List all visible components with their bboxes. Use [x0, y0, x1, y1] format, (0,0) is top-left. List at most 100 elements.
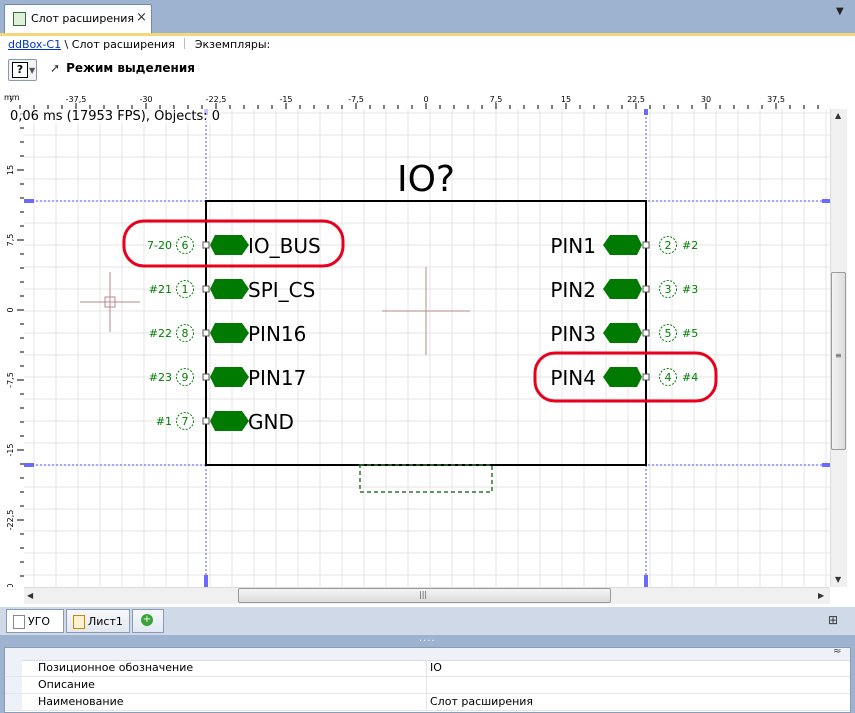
pin-left[interactable]: PIN17 9 #23 — [149, 366, 307, 390]
horizontal-ruler-ticks: -45-37,5-30-22,5-15-7,507,51522,53037,54… — [0, 95, 851, 109]
scroll-up-icon[interactable]: ▲ — [835, 111, 841, 120]
pin-right[interactable]: PIN1 2 #2 — [550, 234, 698, 258]
scroll-left-icon[interactable]: ◀ — [27, 591, 33, 600]
sheet-icon — [13, 615, 25, 629]
property-value[interactable]: Слот расширения — [430, 695, 533, 708]
pin-reference: #5 — [682, 327, 698, 340]
ruler-label: -30 — [139, 95, 152, 104]
pointer-icon: ➚ — [50, 61, 61, 75]
ruler-label: -30 — [6, 583, 15, 587]
sheet-tab-strip: УГО Лист1 + ⊞ — [0, 607, 855, 635]
pin-name: PIN2 — [550, 278, 596, 302]
splitter-grip: .... — [419, 633, 436, 644]
pin-reference: #2 — [682, 239, 698, 252]
pin-left[interactable]: PIN16 8 #22 — [149, 322, 307, 346]
ruler-label: -22,5 — [206, 95, 227, 104]
pin-right[interactable]: PIN2 3 #3 — [550, 278, 698, 302]
property-name: Позиционное обозначение — [38, 661, 194, 674]
document-tab[interactable]: Слот расширения × — [4, 4, 152, 33]
pin-number: 7 — [182, 415, 189, 428]
property-row[interactable]: Описание — [5, 677, 850, 694]
pin-right[interactable]: PIN3 5 #5 — [550, 322, 698, 346]
property-name: Описание — [38, 678, 95, 691]
breadcrumb-current: Слот расширения — [71, 38, 175, 51]
breadcrumb-separator: \ — [61, 38, 72, 51]
help-dropdown-button[interactable]: ? ▼ — [8, 59, 37, 81]
new-sheet-icon[interactable]: ⊞ — [828, 613, 838, 627]
pin-reference: #23 — [149, 371, 172, 384]
document-icon — [13, 12, 26, 26]
pin-left[interactable]: SPI_CS 1 #21 — [149, 278, 316, 302]
breadcrumb-parent-link[interactable]: ddBox-C1 — [8, 38, 61, 51]
ruler-label: -37,5 — [66, 95, 87, 104]
window-menu-icon[interactable]: ▼ — [836, 6, 844, 17]
panel-splitter[interactable]: .... — [0, 633, 855, 647]
ruler-label: 0 — [423, 95, 428, 104]
pin-left[interactable]: GND 7 #1 — [156, 410, 294, 434]
pin-left[interactable]: IO_BUS 6 7-20 — [122, 219, 345, 268]
pin-name: PIN1 — [550, 234, 596, 258]
tab-list1[interactable]: Лист1 — [66, 609, 130, 633]
pin-reference: 7-20 — [147, 239, 172, 252]
ruler-unit: mm — [4, 93, 20, 102]
tab-list1-label: Лист1 — [88, 615, 123, 628]
symbol-title[interactable]: IO? — [397, 159, 455, 200]
pin-number: 6 — [182, 239, 189, 252]
pin-name: PIN4 — [550, 366, 596, 390]
pin-name: GND — [248, 410, 294, 434]
property-name: Наименование — [38, 695, 124, 708]
property-value[interactable]: IO — [430, 661, 442, 674]
help-icon: ? — [12, 62, 28, 78]
pin-number: 5 — [665, 327, 672, 340]
grip-icon: ≡ — [835, 351, 842, 360]
pin-reference: #21 — [149, 283, 172, 296]
pin-reference: #1 — [156, 415, 172, 428]
horizontal-ruler: -45-37,5-30-22,5-15-7,507,51522,53037,54… — [0, 93, 851, 109]
sheet-icon — [73, 615, 85, 629]
ruler-label: 7,5 — [490, 95, 503, 104]
grip-icon: ||| — [419, 590, 428, 599]
ruler-label: -7,5 — [348, 95, 364, 104]
ruler-label: -15 — [6, 443, 15, 456]
add-sheet-button[interactable]: + — [132, 609, 164, 633]
scroll-down-icon[interactable]: ▼ — [835, 575, 841, 584]
vertical-scroll-thumb[interactable]: ≡ — [831, 272, 846, 450]
chevron-down-icon: ▼ — [29, 66, 36, 75]
pin-name: IO_BUS — [248, 234, 321, 258]
add-icon: + — [141, 614, 153, 626]
pin-name: PIN16 — [248, 322, 306, 346]
property-row[interactable]: Позиционное обозначение IO — [5, 660, 850, 677]
selection-mode-button[interactable]: ➚ Режим выделения — [50, 61, 195, 75]
ruler-label: -15 — [279, 95, 292, 104]
fps-status: 0,06 ms (17953 FPS), Objects: 0 — [10, 109, 221, 124]
pin-reference: #4 — [682, 371, 698, 384]
pin-reference: #3 — [682, 283, 698, 296]
ruler-label: 0 — [6, 307, 15, 312]
ruler-label: -7,5 — [6, 372, 15, 388]
pin-number: 2 — [665, 239, 672, 252]
selection-mode-label: Режим выделения — [66, 61, 195, 75]
ruler-label: 7,5 — [6, 234, 15, 247]
ruler-label: 15 — [6, 165, 15, 175]
pin-reference: #22 — [149, 327, 172, 340]
scroll-right-icon[interactable]: ▶ — [818, 591, 824, 600]
schematic-drawing[interactable]: IO? IO_BUS 6 7-20 SPI_CS 1 #21 PIN168#22 PIN1 7 9 #… — [24, 109, 832, 587]
ruler-label: 30 — [701, 95, 711, 104]
pin-name: SPI_CS — [248, 278, 315, 302]
tab-ugo[interactable]: УГО — [6, 609, 64, 633]
pin-number: 1 — [182, 283, 189, 296]
pin-number: 3 — [665, 283, 672, 296]
property-row[interactable]: Наименование Слот расширения — [5, 694, 850, 711]
schematic-canvas[interactable]: IO? IO_BUS 6 7-20 SPI_CS 1 #21 PIN16 8 #22 PIN1 7 9 #… — [24, 109, 832, 587]
instances-label: Экземпляры: — [194, 38, 271, 51]
pin-number: 9 — [182, 371, 189, 384]
ruler-label: 15 — [561, 95, 571, 104]
horizontal-scroll-thumb[interactable]: ||| — [238, 588, 611, 603]
ruler-label: 37,5 — [767, 95, 785, 104]
ruler-label: -22,5 — [6, 510, 15, 531]
close-icon[interactable]: × — [136, 10, 147, 25]
document-tab-title: Слот расширения — [31, 12, 135, 25]
collapse-icon[interactable]: ≈ — [833, 646, 841, 657]
pin-name: PIN3 — [550, 322, 596, 346]
breadcrumb: ddBox-C1 \ Слот расширения Экземпляры: — [8, 38, 270, 51]
